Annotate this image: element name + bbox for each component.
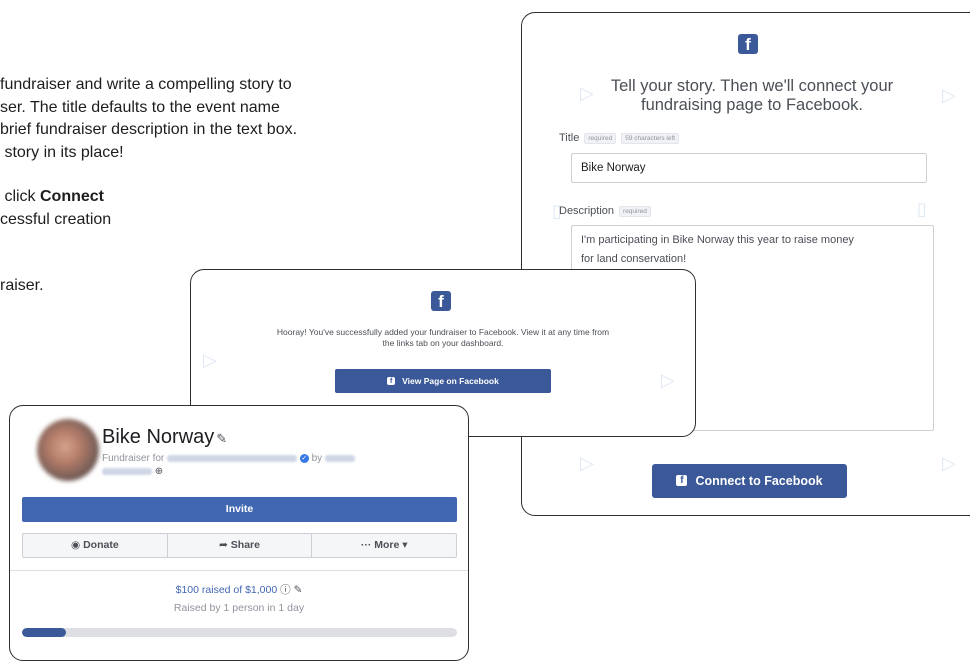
pencil-icon[interactable]: ✎ (216, 431, 227, 446)
description-label: Description required (559, 205, 651, 217)
facebook-f-icon: f (738, 34, 758, 54)
instruction-line: cessful creation (0, 210, 112, 228)
pencil-icon[interactable]: ✎ (294, 584, 303, 596)
required-badge: required (619, 205, 651, 217)
blurred-name (102, 467, 152, 475)
triangle-decor-icon: ▷ (661, 370, 675, 390)
blurred-organization (167, 454, 298, 462)
donate-button[interactable]: ◉ Donate (23, 534, 167, 557)
title-field[interactable]: Bike Norway (571, 153, 927, 183)
donate-icon: ◉ (70, 539, 81, 551)
success-message: Hooray! You've successfully added your f… (276, 327, 610, 348)
fundraiser-subtitle: Fundraiser for ✓ by ⊕ (102, 452, 452, 478)
story-headline: Tell your story. Then we'll connect your… (610, 77, 894, 114)
action-bar: ◉ Donate ➦ Share ··· More ▾ (22, 533, 457, 558)
share-button[interactable]: ➦ Share (166, 534, 312, 557)
view-page-on-facebook-button[interactable]: f View Page on Facebook (335, 369, 551, 393)
connect-to-facebook-button[interactable]: f Connect to Facebook (652, 464, 847, 498)
invite-button[interactable]: Invite (22, 497, 457, 522)
raised-by-text: Raised by 1 person in 1 day (173, 602, 305, 614)
instruction-line: story in its place! (0, 143, 124, 161)
instruction-line: brief fundraiser description in the text… (0, 121, 298, 138)
verified-badge-icon: ✓ (299, 453, 309, 463)
triangle-decor-icon: ▷ (580, 453, 594, 473)
instruction-line: ser. The title defaults to the event nam… (0, 98, 280, 116)
avatar (37, 419, 99, 481)
amount-raised: $100 raised of $1,000 ⓘ ✎ (175, 584, 303, 596)
more-button[interactable]: ··· More ▾ (311, 534, 456, 557)
divider (10, 570, 468, 571)
facebook-f-icon: f (676, 475, 688, 486)
story-card: ▷ ▷ ▯ ▯ ▷ ▷ f Tell your story. Then we'l… (521, 12, 970, 516)
required-badge: required (584, 132, 617, 144)
facebook-f-icon: f (431, 291, 451, 311)
progress-fill (22, 628, 66, 637)
instruction-line: fundraiser and write a compelling story … (0, 76, 292, 93)
bracket-decor-icon: ▯ (917, 199, 927, 219)
facebook-f-icon: f (387, 377, 396, 385)
triangle-decor-icon: ▷ (942, 453, 956, 473)
characters-left-badge: 59 characters left (621, 132, 680, 144)
instruction-line: click Connect (0, 188, 104, 205)
triangle-decor-icon: ▷ (942, 85, 956, 105)
fundraiser-title: Bike Norway ✎ (102, 426, 228, 448)
globe-icon: ⊕ (154, 466, 164, 477)
share-arrow-icon: ➦ (219, 539, 228, 551)
blurred-name (324, 454, 355, 462)
info-icon[interactable]: ⓘ (280, 584, 291, 596)
progress-bar (22, 628, 457, 637)
instructions-text: fundraiser and write a compelling story … (0, 74, 400, 298)
title-label: Title required 59 characters left (559, 132, 680, 144)
fundraiser-card: Bike Norway ✎ Fundraiser for ✓ by ⊕ Invit… (9, 405, 469, 661)
connect-emphasis: Connect (40, 188, 104, 205)
triangle-decor-icon: ▷ (203, 350, 217, 370)
